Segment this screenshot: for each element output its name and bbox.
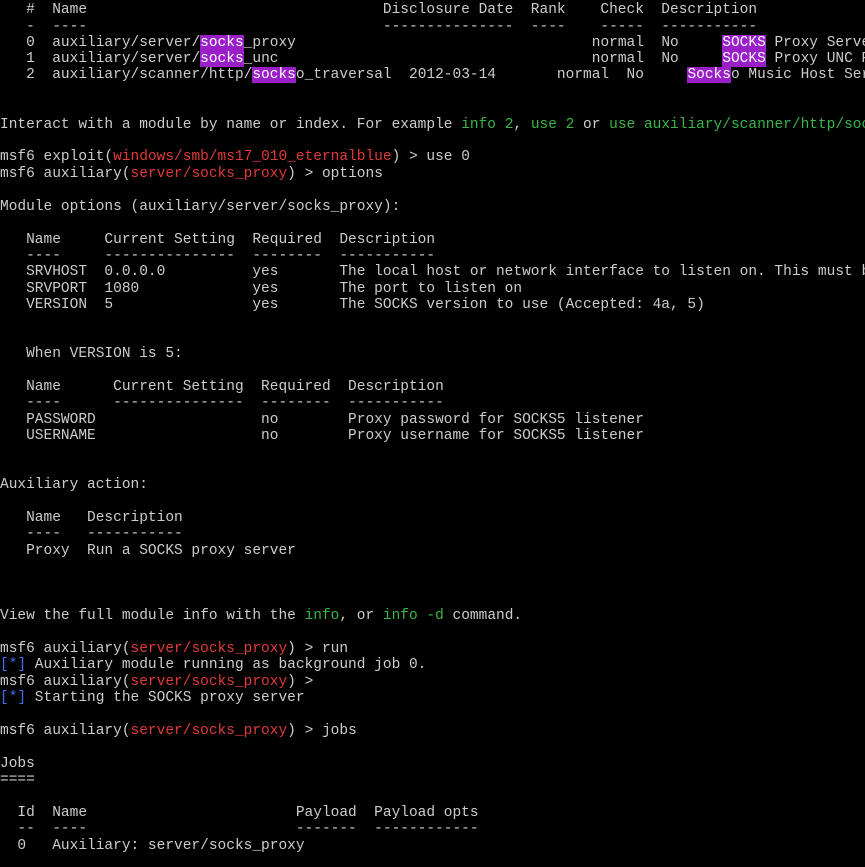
prompt-msf6: msf6 (0, 166, 44, 182)
prompt-module-name: windows/smb/ms17_010_eternalblue (113, 149, 392, 165)
typed-command: run (321, 641, 349, 657)
typed-command: options (321, 166, 383, 182)
module-info-hint: View the full module info with the info,… (0, 608, 523, 624)
prompt-msf6: msf6 (0, 723, 44, 739)
prompt-module-name: server/socks_proxy (130, 674, 288, 690)
search-match-highlight: SOCKS (722, 35, 766, 51)
prompt-msf6: msf6 (0, 674, 44, 690)
status-line-job-running: [*] Auxiliary module running as backgrou… (0, 657, 427, 673)
command-line-jobs[interactable]: msf6 auxiliary(server/socks_proxy) > job… (0, 723, 357, 740)
prompt-module-name: server/socks_proxy (130, 723, 288, 739)
action-row-proxy: Proxy Run a SOCKS proxy server (0, 543, 296, 559)
version-row-password: PASSWORD no Proxy password for SOCKS5 li… (0, 412, 644, 428)
options-table-header: Name Current Setting Required Descriptio… (0, 232, 436, 248)
jobs-table-header: Id Name Payload Payload opts (0, 805, 479, 821)
prompt-msf6: msf6 (0, 641, 44, 657)
hint-command: info 2 (461, 117, 514, 133)
command-line-empty: msf6 auxiliary(server/socks_proxy) > (0, 674, 322, 690)
jobs-table-underline: -- ---- ------- ------------ (0, 821, 479, 837)
search-table-header: # Name Disclosure Date Rank Check Descri… (0, 2, 758, 18)
typed-command: use 0 (426, 149, 470, 165)
search-match-highlight: socks (200, 51, 244, 67)
search-match-highlight: socks (252, 67, 296, 83)
options-row-srvhost: SRVHOST 0.0.0.0 yes The local host or ne… (0, 264, 865, 280)
hint-command: info -d (382, 608, 444, 624)
jobs-title: Jobs (0, 756, 35, 772)
search-table-underline: - ---- --------------- ---- ----- ------… (0, 19, 758, 35)
version-table-header: Name Current Setting Required Descriptio… (0, 379, 444, 395)
jobs-title-underline: ==== (0, 772, 35, 788)
prompt-module-name: server/socks_proxy (130, 166, 288, 182)
search-result-row: 1 auxiliary/server/socks_unc normal No S… (0, 51, 865, 67)
search-match-highlight: Socks (687, 67, 731, 83)
action-table-underline: ---- ----------- (0, 526, 183, 542)
search-result-row: 0 auxiliary/server/socks_proxy normal No… (0, 35, 865, 51)
jobs-row: 0 Auxiliary: server/socks_proxy (0, 838, 305, 854)
options-row-version: VERSION 5 yes The SOCKS version to use (… (0, 297, 705, 313)
search-match-highlight: SOCKS (722, 51, 766, 67)
hint-command: use 2 (530, 117, 575, 133)
status-marker: [*] (0, 690, 27, 706)
prompt-msf6: msf6 (0, 149, 44, 165)
module-options-title: Module options (auxiliary/server/socks_p… (0, 199, 401, 215)
options-table-underline: ---- --------------- -------- ----------… (0, 248, 436, 264)
auxiliary-action-title: Auxiliary action: (0, 477, 148, 493)
version-table-underline: ---- --------------- -------- ----------… (0, 395, 444, 411)
command-line-use: msf6 exploit(windows/smb/ms17_010_eterna… (0, 149, 470, 165)
status-marker: [*] (0, 657, 27, 673)
command-line-run: msf6 auxiliary(server/socks_proxy) > run (0, 641, 349, 657)
action-table-header: Name Description (0, 510, 183, 526)
prompt-module-name: server/socks_proxy (130, 641, 288, 657)
options-row-srvport: SRVPORT 1080 yes The port to listen on (0, 281, 523, 297)
command-line-options: msf6 auxiliary(server/socks_proxy) > opt… (0, 166, 383, 182)
status-line-proxy-starting: [*] Starting the SOCKS proxy server (0, 690, 305, 706)
typed-command: jobs (321, 723, 357, 739)
interact-hint-line: Interact with a module by name or index.… (0, 117, 865, 134)
version-options-title: When VERSION is 5: (0, 346, 183, 362)
version-row-username: USERNAME no Proxy username for SOCKS5 li… (0, 428, 644, 444)
hint-command: use auxiliary/scanner/http/sockso_tr (609, 117, 865, 133)
terminal-window[interactable]: # Name Disclosure Date Rank Check Descri… (0, 0, 865, 867)
search-match-highlight: socks (200, 35, 244, 51)
hint-command: info (304, 608, 340, 624)
search-result-row: 2 auxiliary/scanner/http/sockso_traversa… (0, 67, 865, 83)
